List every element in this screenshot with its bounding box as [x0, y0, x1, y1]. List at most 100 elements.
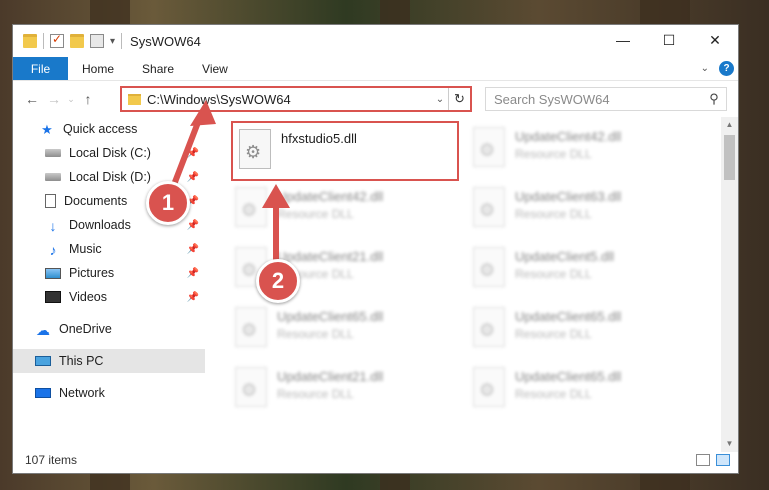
pictures-icon	[45, 267, 61, 279]
search-box[interactable]: Search SysWOW64 ⚲	[485, 87, 727, 111]
window-title: SysWOW64	[130, 33, 201, 49]
dll-file-icon	[235, 367, 267, 407]
cloud-icon: ☁	[36, 322, 50, 338]
file-name: UpdateClient65.dll	[515, 369, 622, 384]
back-arrow-icon[interactable]: ←	[21, 91, 43, 107]
dll-file-icon	[473, 367, 505, 407]
quick-access-toolbar: ▾	[13, 32, 123, 49]
file-tile[interactable]: UpdateClient42.dll Resource DLL	[235, 187, 455, 237]
pin-icon[interactable]: 📌	[187, 292, 199, 303]
scroll-up-icon[interactable]: ▲	[721, 117, 738, 133]
document-icon	[45, 194, 56, 208]
sidebar-item-music[interactable]: ♪ Music 📌	[13, 237, 205, 261]
refresh-icon[interactable]: ↻	[448, 88, 470, 110]
sidebar-item-network[interactable]: Network	[13, 381, 205, 405]
vertical-scrollbar[interactable]: ▲ ▼	[721, 117, 738, 452]
sidebar-item-label: Pictures	[69, 266, 115, 280]
sidebar-item-label: Videos	[69, 290, 107, 304]
navigation-bar: ← → ⌄ ↑ C:\Windows\SysWOW64 ⌄ ↻ Search S…	[13, 81, 738, 117]
step-1-badge: 1	[146, 181, 190, 225]
pc-icon	[35, 356, 51, 366]
sidebar-item-label: Local Disk (C:)	[69, 146, 151, 160]
folder-icon	[23, 34, 37, 48]
minimize-button[interactable]: —	[600, 25, 646, 55]
disk-icon	[45, 173, 61, 181]
sidebar-item-onedrive[interactable]: ☁ OneDrive	[13, 317, 205, 341]
file-name: UpdateClient65.dll	[277, 309, 384, 324]
music-icon: ♪	[49, 242, 57, 258]
sidebar-item-label: OneDrive	[59, 322, 112, 336]
separator	[43, 33, 44, 49]
sidebar-item-quick-access[interactable]: ★ Quick access	[13, 117, 205, 141]
file-type: Resource DLL	[515, 147, 592, 161]
sidebar-item-videos[interactable]: Videos 📌	[13, 285, 205, 309]
scroll-thumb[interactable]	[724, 135, 735, 180]
dll-file-icon	[473, 307, 505, 347]
tab-view[interactable]: View	[188, 57, 242, 80]
file-tile[interactable]: UpdateClient5.dll Resource DLL	[473, 247, 693, 297]
file-tile[interactable]: UpdateClient65.dll Resource DLL	[473, 367, 693, 417]
title-bar: ▾ SysWOW64 — ☐ ✕	[13, 25, 738, 57]
recent-locations-icon[interactable]: ⌄	[65, 94, 77, 105]
maximize-button[interactable]: ☐	[646, 25, 692, 55]
sidebar-item-label: This PC	[59, 354, 104, 368]
sidebar-item-this-pc[interactable]: This PC	[13, 349, 205, 373]
search-input[interactable]: Search SysWOW64	[494, 92, 702, 107]
sidebar-item-local-disk-c[interactable]: Local Disk (C:) 📌	[13, 141, 205, 165]
file-name: UpdateClient65.dll	[515, 309, 622, 324]
address-path[interactable]: C:\Windows\SysWOW64	[147, 92, 432, 107]
file-tile[interactable]: UpdateClient65.dll Resource DLL	[235, 307, 455, 357]
file-type: Resource DLL	[277, 387, 354, 401]
file-tile[interactable]: UpdateClient42.dll Resource DLL	[473, 127, 693, 177]
help-icon[interactable]: ?	[719, 61, 734, 76]
address-bar[interactable]: C:\Windows\SysWOW64 ⌄ ↻	[120, 86, 472, 112]
pin-icon[interactable]: 📌	[187, 268, 199, 279]
pin-icon[interactable]: 📌	[187, 172, 199, 183]
sidebar-item-label: Quick access	[63, 122, 138, 136]
tab-home[interactable]: Home	[68, 57, 128, 80]
star-icon: ★	[41, 122, 53, 137]
chevron-down-icon[interactable]: ⌄	[432, 94, 448, 105]
sidebar-item-pictures[interactable]: Pictures 📌	[13, 261, 205, 285]
details-view-icon[interactable]	[696, 454, 710, 466]
expand-ribbon-icon[interactable]: ⌄	[701, 63, 709, 74]
item-count: 107 items	[25, 453, 78, 467]
search-icon[interactable]: ⚲	[702, 91, 726, 107]
pin-icon[interactable]: 📌	[187, 220, 199, 231]
new-folder-icon[interactable]	[70, 34, 84, 48]
chevron-down-icon[interactable]: ▾	[110, 36, 115, 47]
forward-arrow-icon[interactable]: →	[43, 91, 65, 107]
file-name: UpdateClient21.dll	[277, 249, 384, 264]
tab-file[interactable]: File	[13, 57, 68, 80]
file-tile[interactable]: UpdateClient63.dll Resource DLL	[473, 187, 693, 237]
pin-icon[interactable]: 📌	[187, 244, 199, 255]
separator	[121, 33, 123, 49]
up-arrow-icon[interactable]: ↑	[77, 91, 99, 107]
ribbon-tabs: File Home Share View ⌄ ?	[13, 57, 738, 81]
file-tile[interactable]: UpdateClient65.dll Resource DLL	[473, 307, 693, 357]
dll-file-icon	[473, 127, 505, 167]
properties-check-icon[interactable]	[50, 32, 64, 48]
file-name: UpdateClient21.dll	[277, 369, 384, 384]
file-name: UpdateClient5.dll	[515, 249, 615, 264]
explorer-window: ▾ SysWOW64 — ☐ ✕ File Home Share View ⌄ …	[12, 24, 739, 474]
file-name: UpdateClient63.dll	[515, 189, 622, 204]
dll-file-icon	[235, 187, 267, 227]
file-type: Resource DLL	[277, 327, 354, 341]
sidebar-item-label: Music	[69, 242, 102, 256]
file-name: UpdateClient42.dll	[515, 129, 622, 144]
download-icon: ↓	[49, 218, 57, 234]
network-icon	[35, 388, 51, 398]
pin-icon[interactable]: 📌	[187, 148, 199, 159]
file-tile[interactable]: UpdateClient21.dll Resource DLL	[235, 367, 455, 417]
sidebar-item-label: Network	[59, 386, 105, 400]
file-tile-hfxstudio5[interactable]: hfxstudio5.dll	[231, 121, 459, 181]
tiles-view-icon[interactable]	[716, 454, 730, 466]
file-type: Resource DLL	[277, 207, 354, 221]
video-icon	[45, 291, 61, 303]
tab-share[interactable]: Share	[128, 57, 188, 80]
dll-file-icon	[473, 247, 505, 287]
close-button[interactable]: ✕	[692, 25, 738, 55]
customize-icon[interactable]	[90, 34, 104, 48]
window-controls: — ☐ ✕	[600, 25, 738, 55]
